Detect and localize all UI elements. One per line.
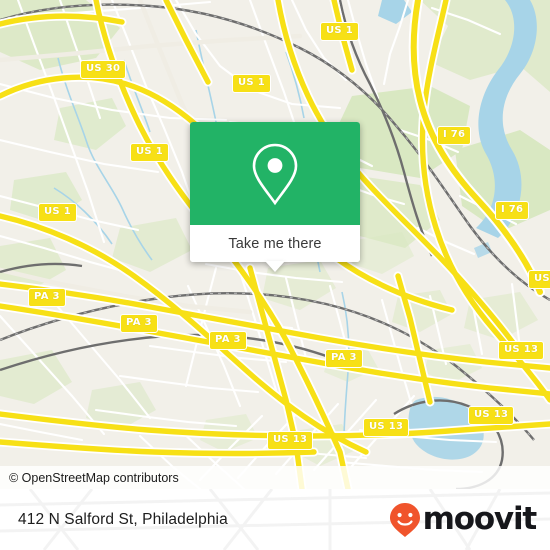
- road-shield: US: [528, 270, 550, 289]
- road-shield: US 30: [80, 60, 127, 79]
- map-pin-icon: [252, 143, 298, 205]
- road-shield: PA 3: [28, 288, 66, 307]
- address-label: 412 N Salford St, Philadelphia: [18, 510, 228, 528]
- popup-action-area[interactable]: Take me there: [190, 225, 360, 262]
- map-attribution-bar: © OpenStreetMap contributors: [0, 466, 550, 489]
- road-shield: PA 3: [209, 331, 247, 350]
- popup-pin-area: [190, 122, 360, 225]
- road-shield: US 1: [130, 143, 169, 162]
- road-shield: US 1: [232, 74, 271, 93]
- footer-bar: 412 N Salford St, Philadelphia moovit: [0, 489, 550, 550]
- road-shield: I 76: [437, 126, 472, 145]
- map-screenshot: US 1 US 30 US 1 US 1 I 76 US 1 I 76 US PA 3 PA 3 P…: [0, 0, 550, 550]
- moovit-pin-smiley-icon: [389, 502, 420, 537]
- road-shield: PA 3: [325, 349, 363, 368]
- osm-attribution-text[interactable]: © OpenStreetMap contributors: [9, 471, 179, 485]
- road-shield: US 13: [363, 418, 410, 437]
- road-shield: US 13: [468, 406, 515, 425]
- moovit-logo[interactable]: moovit: [388, 501, 538, 539]
- take-me-there-label: Take me there: [228, 235, 322, 252]
- road-shield: US 1: [320, 22, 359, 41]
- popup-tail-pointer: [265, 261, 285, 272]
- road-shield: PA 3: [120, 314, 158, 333]
- moovit-wordmark: moovit: [422, 501, 538, 537]
- road-shield: I 76: [495, 201, 530, 220]
- road-shield: US 13: [498, 341, 545, 360]
- location-popup-card[interactable]: Take me there: [190, 122, 360, 272]
- map-canvas[interactable]: US 1 US 30 US 1 US 1 I 76 US 1 I 76 US PA 3 PA 3 P…: [0, 0, 550, 489]
- road-shield: US 1: [38, 203, 77, 222]
- road-shield: US 13: [267, 431, 314, 450]
